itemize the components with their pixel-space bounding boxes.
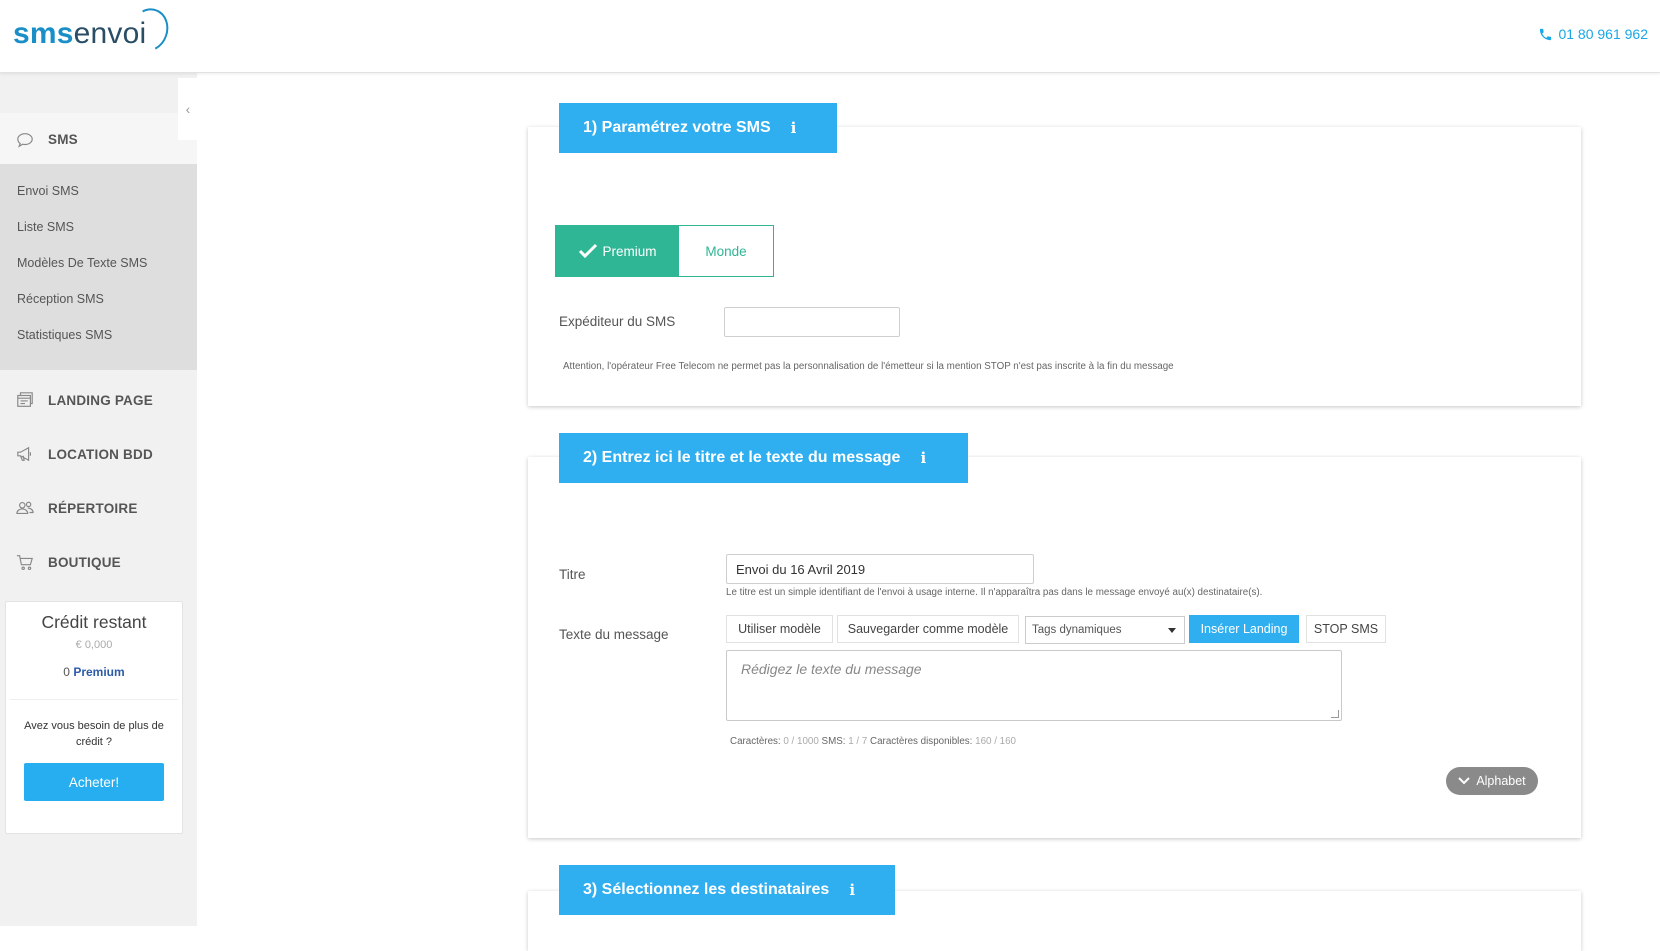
message-label: Texte du message xyxy=(559,627,669,642)
sidebar-item-label: LANDING PAGE xyxy=(48,392,153,408)
section-3-header: 3) Sélectionnez les destinataires i xyxy=(559,865,895,915)
chars-value: 0 / 1000 xyxy=(783,736,819,747)
checkmark-icon xyxy=(579,243,598,259)
section-title: 1) Paramétrez votre SMS xyxy=(583,119,771,136)
section-message-panel xyxy=(528,457,1581,838)
section-2-header: 2) Entrez ici le titre et le texte du me… xyxy=(559,433,968,483)
sidebar-item-label: RÉPERTOIRE xyxy=(48,500,138,516)
section-title: 2) Entrez ici le titre et le texte du me… xyxy=(583,449,901,466)
sidebar-item-sms[interactable]: SMS xyxy=(0,113,197,167)
sms-submenu: Envoi SMS Liste SMS Modèles De Texte SMS… xyxy=(0,164,197,370)
alphabet-label: Alphabet xyxy=(1476,774,1526,788)
chevron-left-icon: ‹ xyxy=(185,101,191,117)
section-1-header: 1) Paramétrez votre SMS i xyxy=(559,103,837,153)
sms-type-toggle: Premium Monde xyxy=(555,225,774,277)
sidebar-item-boutique[interactable]: BOUTIQUE xyxy=(0,535,197,589)
cart-icon xyxy=(16,555,33,571)
sidebar-item-location-bdd[interactable]: LOCATION BDD xyxy=(0,427,197,481)
premium-count: 0 xyxy=(63,665,70,679)
divider xyxy=(10,699,178,700)
logo[interactable]: sms envoi xyxy=(13,2,175,58)
phone-icon xyxy=(1540,28,1552,40)
contacts-icon xyxy=(16,501,34,514)
premium-label: Premium xyxy=(73,665,125,679)
submenu-item-reception[interactable]: Réception SMS xyxy=(0,281,197,317)
sidebar-item-label: LOCATION BDD xyxy=(48,446,153,462)
message-textarea[interactable]: Rédigez le texte du message xyxy=(726,650,1342,721)
info-icon[interactable]: i xyxy=(849,881,855,899)
submenu-item-envoi-sms[interactable]: Envoi SMS xyxy=(0,173,197,209)
sidebar-item-label: SMS xyxy=(48,132,78,147)
section-title: 3) Sélectionnez les destinataires xyxy=(583,881,830,898)
credit-card: Crédit restant € 0,000 0 Premium Avez vo… xyxy=(5,601,183,834)
megaphone-icon xyxy=(17,446,31,462)
titre-label: Titre xyxy=(559,567,586,582)
submenu-item-modeles[interactable]: Modèles De Texte SMS xyxy=(0,245,197,281)
monde-option[interactable]: Monde xyxy=(679,226,773,276)
titre-hint: Le titre est un simple identifiant de l'… xyxy=(726,587,1263,598)
top-bar: sms envoi 01 80 961 962 xyxy=(0,0,1660,73)
caret-down-icon xyxy=(1168,627,1176,633)
resize-handle[interactable] xyxy=(1331,710,1339,718)
sender-label: Expéditeur du SMS xyxy=(559,314,676,329)
available-value: 160 / 160 xyxy=(975,736,1016,747)
dynamic-tags-select[interactable]: Tags dynamiques xyxy=(1025,616,1185,644)
insert-landing-button[interactable]: Insérer Landing xyxy=(1189,615,1299,643)
info-icon[interactable]: i xyxy=(920,449,926,467)
chevron-down-icon xyxy=(1458,777,1471,785)
dynamic-tags-value: Tags dynamiques xyxy=(1032,624,1122,636)
credit-question: Avez vous besoin de plus de crédit ? xyxy=(24,720,164,748)
sidebar-item-landing-page[interactable]: LANDING PAGE xyxy=(0,373,197,427)
free-telecom-warning: Attention, l'opérateur Free Telecom ne p… xyxy=(563,361,1174,372)
credit-premium: 0 Premium xyxy=(6,665,182,679)
sms-count-value: 1 / 7 xyxy=(848,736,868,747)
submenu-item-liste-sms[interactable]: Liste SMS xyxy=(0,209,197,245)
phone-number: 01 80 961 962 xyxy=(1558,26,1648,42)
use-template-button[interactable]: Utiliser modèle xyxy=(726,615,833,643)
chars-label: Caractères: xyxy=(730,736,781,747)
premium-option-label: Premium xyxy=(602,243,657,259)
stop-sms-button[interactable]: STOP SMS xyxy=(1306,615,1386,643)
info-icon[interactable]: i xyxy=(791,119,797,137)
available-label: Caractères disponibles: xyxy=(870,736,973,747)
message-placeholder: Rédigez le texte du message xyxy=(741,661,922,677)
buy-button[interactable]: Acheter! xyxy=(24,763,164,801)
sidebar-item-repertoire[interactable]: RÉPERTOIRE xyxy=(0,481,197,535)
titre-input[interactable]: Envoi du 16 Avril 2019 xyxy=(726,554,1034,584)
credit-value: € 0,000 xyxy=(75,639,113,651)
landing-page-icon xyxy=(17,392,33,407)
submenu-item-statistiques[interactable]: Statistiques SMS xyxy=(0,317,197,353)
save-template-button[interactable]: Sauvegarder comme modèle xyxy=(837,615,1019,643)
character-counter: Caractères: 0 / 1000 SMS: 1 / 7 Caractèr… xyxy=(730,736,1016,747)
logo-sms: sms xyxy=(13,17,74,50)
sms-count-label: SMS: xyxy=(821,736,846,747)
alphabet-button[interactable]: Alphabet xyxy=(1446,767,1538,795)
sender-input[interactable] xyxy=(724,307,900,337)
phone-link[interactable]: 01 80 961 962 xyxy=(1538,26,1648,42)
sidebar-item-label: BOUTIQUE xyxy=(48,554,121,570)
chat-bubble-icon xyxy=(17,132,33,148)
premium-option[interactable]: Premium xyxy=(556,226,679,276)
sidebar-collapse-button[interactable]: ‹ xyxy=(178,78,198,140)
credit-title: Crédit restant xyxy=(41,612,147,632)
